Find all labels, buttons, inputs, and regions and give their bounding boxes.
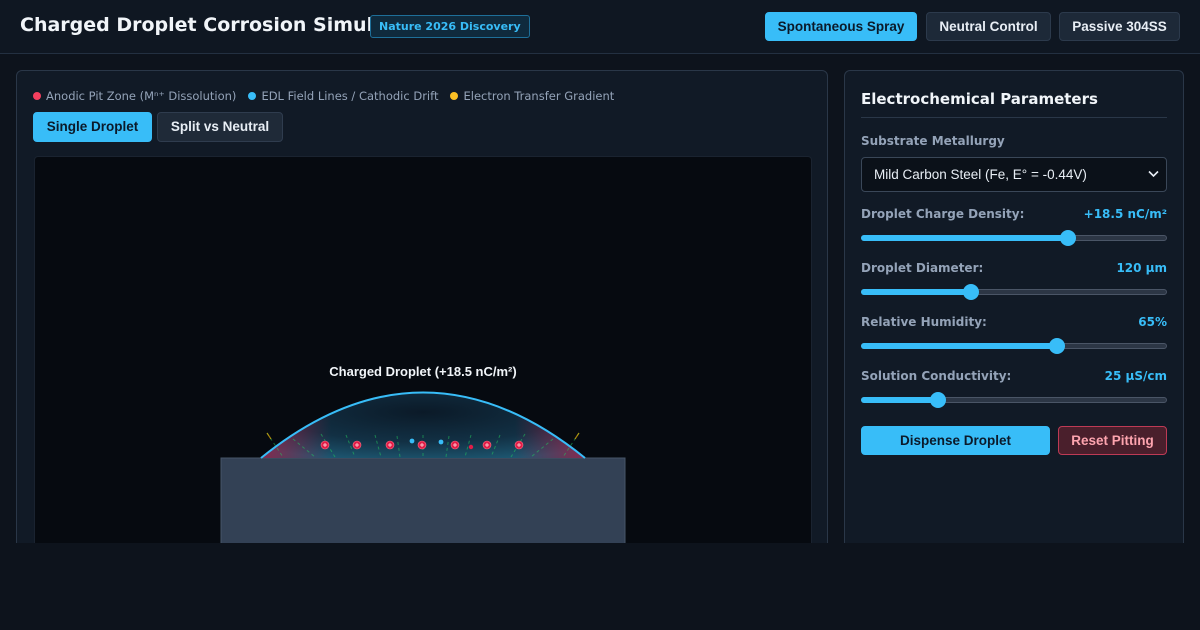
simulation-canvas[interactable]: Charged Droplet (+18.5 nC/m²) [34,156,812,549]
slider-fill [861,343,1057,349]
charge-density-value: +18.5 nC/m² [1083,207,1167,221]
charge-density-label: Droplet Charge Density: [861,207,1025,221]
droplet-visualization: Charged Droplet (+18.5 nC/m²) [220,364,626,549]
legend-item-edl: EDL Field Lines / Cathodic Drift [248,88,438,104]
diameter-slider[interactable] [861,284,1167,300]
legend: Anodic Pit Zone (Mⁿ⁺ Dissolution) EDL Fi… [33,88,614,104]
slider-thumb[interactable] [929,392,946,408]
substrate-select[interactable]: Mild Carbon Steel (Fe, E° = -0.44V) [861,157,1167,192]
substrate-label: Substrate Metallurgy [861,134,1005,148]
humidity-label: Relative Humidity: [861,315,987,329]
reset-pitting-button[interactable]: Reset Pitting [1058,426,1167,455]
metal-substrate [220,457,626,549]
anodic-dot-icon [33,92,41,100]
slider-fill [861,289,972,295]
diameter-value: 120 μm [1116,261,1167,275]
legend-label: Electron Transfer Gradient [463,89,615,103]
simulation-panel: Anodic Pit Zone (Mⁿ⁺ Dissolution) EDL Fi… [16,70,828,550]
parameters-panel: Electrochemical Parameters Substrate Met… [844,70,1184,550]
page-footer-area [0,543,1200,630]
view-split-vs-neutral-button[interactable]: Split vs Neutral [157,112,283,142]
chevron-down-icon [1148,170,1159,178]
legend-label: EDL Field Lines / Cathodic Drift [261,89,439,103]
app-title: Charged Droplet Corrosion Simulator [20,14,418,36]
legend-label: Anodic Pit Zone (Mⁿ⁺ Dissolution) [46,89,237,103]
mode-passive-304ss-button[interactable]: Passive 304SS [1059,12,1180,41]
mode-neutral-control-button[interactable]: Neutral Control [926,12,1051,41]
diameter-label: Droplet Diameter: [861,261,984,275]
charge-density-slider[interactable] [861,230,1167,246]
discovery-badge: Nature 2026 Discovery [370,15,530,38]
slider-fill [861,235,1068,241]
conductivity-slider[interactable] [861,392,1167,408]
view-single-droplet-button[interactable]: Single Droplet [33,112,152,142]
droplet-label: Charged Droplet (+18.5 nC/m²) [329,364,516,379]
dispense-droplet-button[interactable]: Dispense Droplet [861,426,1050,455]
slider-fill [861,397,938,403]
edl-dot-icon [248,92,257,100]
humidity-value: 65% [1138,315,1167,329]
conductivity-label: Solution Conductivity: [861,369,1012,383]
legend-item-anodic: Anodic Pit Zone (Mⁿ⁺ Dissolution) [33,88,236,104]
electron-dot-icon [450,92,459,100]
slider-thumb[interactable] [1059,230,1076,246]
legend-item-electron: Electron Transfer Gradient [450,88,614,104]
conductivity-value: 25 μS/cm [1104,369,1167,383]
panel-title: Electrochemical Parameters [861,90,1098,108]
top-bar: Charged Droplet Corrosion Simulator Natu… [0,0,1200,54]
slider-thumb[interactable] [963,284,980,300]
substrate-value: Mild Carbon Steel (Fe, E° = -0.44V) [874,167,1087,182]
humidity-slider[interactable] [861,338,1167,354]
divider [861,117,1167,118]
slider-thumb[interactable] [1048,338,1065,354]
mode-spontaneous-spray-button[interactable]: Spontaneous Spray [765,12,917,41]
